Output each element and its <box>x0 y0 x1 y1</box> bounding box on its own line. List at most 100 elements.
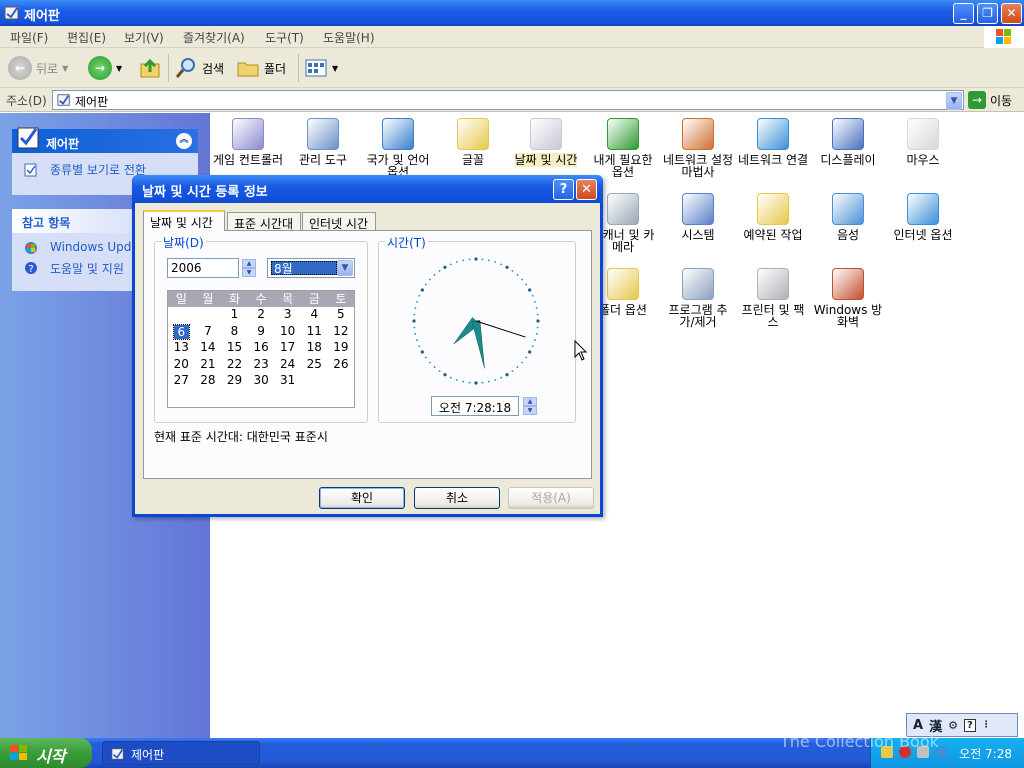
calendar-day[interactable]: 8 <box>221 324 248 341</box>
menu-file[interactable]: 파일(F) <box>10 29 48 46</box>
views-button[interactable]: ▼ <box>304 56 338 80</box>
calendar-day[interactable]: 12 <box>328 324 355 341</box>
year-spinner[interactable]: ▲ ▼ <box>242 259 256 277</box>
address-input[interactable]: 제어판 ▼ <box>52 90 964 110</box>
tab-date-time[interactable]: 날짜 및 시간 <box>143 210 225 231</box>
control-panel-item[interactable]: 시스템 <box>662 193 734 241</box>
ok-button[interactable]: 확인 <box>319 487 405 509</box>
address-dropdown-button[interactable]: ▼ <box>946 92 962 110</box>
dialog-close-button[interactable]: ✕ <box>576 179 597 200</box>
tray-clock[interactable]: 오전 7:28 <box>959 745 1012 762</box>
panel-header[interactable]: 제어판 ︽ <box>12 127 198 153</box>
year-input[interactable]: 2006 <box>167 258 239 278</box>
dialog-title-bar[interactable]: 날짜 및 시간 등록 정보 ? ✕ <box>132 175 603 203</box>
control-panel-item[interactable]: 디스플레이 <box>812 118 884 166</box>
calendar-day[interactable]: 7 <box>195 324 222 341</box>
calendar-day[interactable]: 6 <box>173 323 190 341</box>
help-button[interactable]: ? <box>553 179 574 200</box>
menu-edit[interactable]: 편집(E) <box>67 29 106 46</box>
control-panel-item[interactable]: 날짜 및 시간 <box>510 118 582 167</box>
control-panel-item[interactable]: 프로그램 추가/제거 <box>662 268 734 328</box>
calendar-day[interactable]: 22 <box>221 357 248 374</box>
tab-time-zone[interactable]: 표준 시간대 <box>227 212 301 231</box>
control-panel-item[interactable]: 게임 컨트롤러 <box>212 118 284 166</box>
spin-down-icon[interactable]: ▼ <box>242 268 256 277</box>
input-mode-icon[interactable]: A <box>913 718 923 733</box>
forward-button[interactable]: → ▼ <box>88 56 122 80</box>
spin-down-icon[interactable]: ▼ <box>523 406 537 415</box>
spin-up-icon[interactable]: ▲ <box>523 397 537 406</box>
control-panel-icon <box>4 6 19 20</box>
calendar-day[interactable]: 27 <box>168 373 195 390</box>
calendar-day[interactable]: 2 <box>248 307 275 324</box>
cancel-button[interactable]: 취소 <box>414 487 500 509</box>
control-panel-item[interactable]: 관리 도구 <box>287 118 359 166</box>
minimize-button[interactable]: _ <box>953 3 974 24</box>
collapse-chevron-icon[interactable]: ︽ <box>176 133 192 149</box>
help-icon[interactable]: ? <box>963 718 976 732</box>
control-panel-item[interactable]: 글꼴 <box>437 118 509 166</box>
control-panel-item[interactable]: 마우스 <box>887 118 959 166</box>
calendar-day[interactable]: 5 <box>328 307 355 324</box>
calendar-day[interactable]: 3 <box>274 307 301 324</box>
calendar-day[interactable]: 16 <box>248 340 275 357</box>
window-title-bar[interactable]: 제어판 _ ❐ ✕ <box>0 0 1024 26</box>
search-button[interactable]: 검색 <box>174 56 224 80</box>
dropdown-arrow-icon[interactable]: ▼ <box>116 64 122 73</box>
time-spinner[interactable]: ▲ ▼ <box>523 397 537 415</box>
dropdown-arrow-icon[interactable]: ▼ <box>62 64 68 73</box>
month-select[interactable]: 8월 ▼ <box>267 258 355 278</box>
calendar-day[interactable]: 10 <box>274 324 301 341</box>
calendar-day[interactable]: 13 <box>168 340 195 357</box>
go-button[interactable]: → 이동 <box>968 91 1012 109</box>
calendar-day[interactable]: 30 <box>248 373 275 390</box>
calendar-day[interactable]: 26 <box>328 357 355 374</box>
control-panel-item[interactable]: 내게 필요한 옵션 <box>587 118 659 178</box>
calendar-day[interactable]: 20 <box>168 357 195 374</box>
control-panel-item[interactable]: 음성 <box>812 193 884 241</box>
dropdown-arrow-icon[interactable]: ▼ <box>332 64 338 73</box>
calendar-day[interactable]: 24 <box>274 357 301 374</box>
time-input[interactable]: 오전 7:28:18 <box>431 396 519 416</box>
menu-tools[interactable]: 도구(T) <box>265 29 304 46</box>
calendar-day[interactable]: 29 <box>221 373 248 390</box>
control-panel-item[interactable]: Windows 방화벽 <box>812 268 884 328</box>
menu-help[interactable]: 도움말(H) <box>323 29 375 46</box>
spin-up-icon[interactable]: ▲ <box>242 259 256 268</box>
tab-internet-time[interactable]: 인터넷 시간 <box>302 212 376 231</box>
back-button[interactable]: ← 뒤로 ▼ <box>8 56 68 80</box>
taskbar-item-control-panel[interactable]: 제어판 <box>102 741 260 765</box>
control-panel-item[interactable]: 네트워크 설정 마법사 <box>662 118 734 178</box>
control-panel-item[interactable]: 네트워크 연결 <box>737 118 809 166</box>
menu-favorites[interactable]: 즐겨찾기(A) <box>183 29 245 46</box>
restore-button[interactable]: ❐ <box>977 3 998 24</box>
calendar-day[interactable]: 21 <box>195 357 222 374</box>
apply-button[interactable]: 적용(A) <box>508 487 594 509</box>
calendar-day[interactable]: 19 <box>328 340 355 357</box>
calendar-day[interactable]: 17 <box>274 340 301 357</box>
calendar-day[interactable]: 14 <box>195 340 222 357</box>
start-button[interactable]: 시작 <box>0 738 92 768</box>
control-panel-item[interactable]: 국가 및 언어 옵션 <box>362 118 434 178</box>
folders-button[interactable]: 폴더 <box>236 56 286 80</box>
up-folder-button[interactable] <box>138 56 162 80</box>
control-panel-item[interactable]: 인터넷 옵션 <box>887 193 959 241</box>
calendar-day[interactable]: 15 <box>221 340 248 357</box>
calendar-day[interactable]: 31 <box>274 373 301 390</box>
calendar-day[interactable]: 9 <box>248 324 275 341</box>
calendar-day[interactable]: 25 <box>301 357 328 374</box>
calendar-day[interactable]: 18 <box>301 340 328 357</box>
clock-tick <box>500 263 503 266</box>
calendar-day[interactable]: 1 <box>221 307 248 324</box>
close-button[interactable]: ✕ <box>1001 3 1022 24</box>
chevron-down-icon[interactable]: ▼ <box>337 260 353 276</box>
calendar-day[interactable]: 11 <box>301 324 328 341</box>
calendar-day[interactable]: 23 <box>248 357 275 374</box>
control-panel-item[interactable]: 예약된 작업 <box>737 193 809 241</box>
menu-view[interactable]: 보기(V) <box>124 29 164 46</box>
calendar-day[interactable]: 28 <box>195 373 222 390</box>
ime-tool-icon[interactable]: ⚙ <box>948 719 958 732</box>
options-icon[interactable]: ⋮ <box>982 720 991 730</box>
calendar-day[interactable]: 4 <box>301 307 328 324</box>
control-panel-item[interactable]: 프린터 및 팩스 <box>737 268 809 328</box>
